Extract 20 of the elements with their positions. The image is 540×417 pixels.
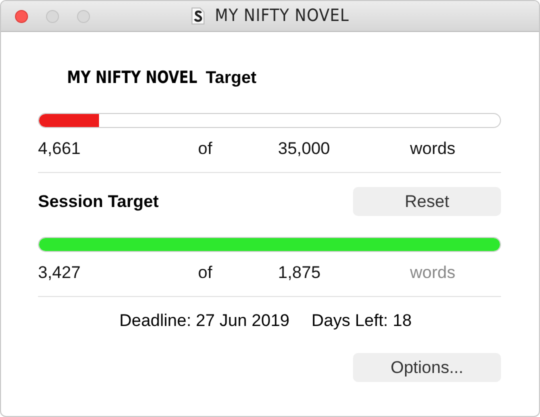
word-count: 3,427	[38, 263, 82, 283]
minimize-button[interactable]	[46, 10, 59, 22]
window-title: MY NIFTY NOVEL	[214, 6, 350, 26]
unit-label: words	[409, 263, 456, 283]
word-count: 4,661	[38, 139, 82, 159]
of-label: of	[197, 139, 212, 159]
word-goal: 35,000	[278, 139, 331, 159]
zoom-button[interactable]	[77, 10, 90, 22]
deadline-text: Deadline: 27 Jun 2019	[119, 311, 290, 331]
options-button[interactable]: Options...	[353, 353, 501, 382]
of-label: of	[197, 263, 212, 283]
target-label: Target	[206, 68, 256, 88]
reset-button[interactable]: Reset	[353, 187, 501, 216]
word-goal: 1,875	[278, 263, 322, 283]
document-icon	[190, 7, 205, 25]
unit-label: words	[409, 139, 456, 159]
session-target-label: Session Target	[38, 192, 159, 212]
project-name: MY NIFTY NOVEL	[67, 68, 198, 88]
close-button[interactable]	[15, 10, 28, 22]
days-left-text: Days Left: 18	[311, 311, 412, 331]
